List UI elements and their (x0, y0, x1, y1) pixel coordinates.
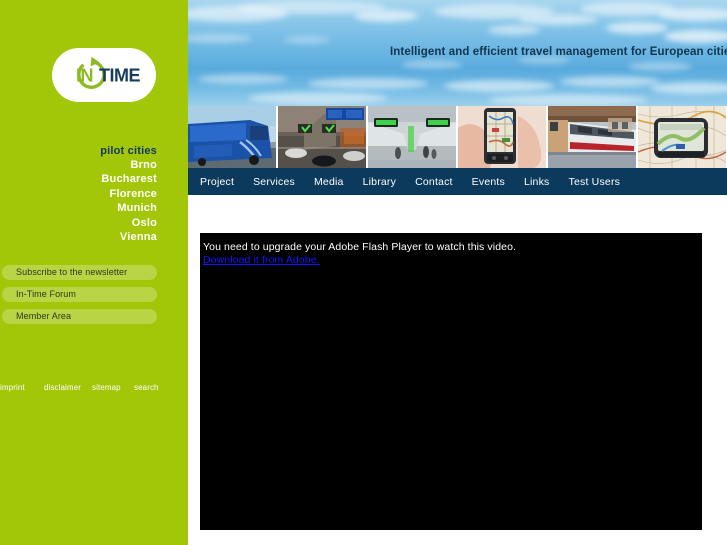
sidebar-item-vienna[interactable]: Vienna (0, 230, 157, 244)
sidebar-item-munich[interactable]: Munich (0, 201, 157, 215)
train-at-platform-photo (548, 106, 636, 168)
cloud-shape (402, 60, 462, 69)
pilot-cities-title: pilot cities (100, 145, 157, 157)
tunnel-traffic-signage-photo (278, 106, 366, 168)
header-photo-strip (188, 106, 727, 168)
pilot-cities-block: pilot cities Brno Bucharest Florence Mun… (0, 144, 157, 244)
cloud-shape (650, 82, 727, 94)
nav-item-project[interactable]: Project (200, 176, 234, 188)
nav-item-events[interactable]: Events (472, 176, 505, 188)
sidebar-item-oslo[interactable]: Oslo (0, 216, 157, 230)
cloud-shape (518, 14, 598, 25)
header-sky-banner: Intelligent and efficient travel managem… (188, 0, 727, 106)
satnav-on-roadmap-photo (638, 106, 726, 168)
cloud-shape (560, 76, 660, 87)
nav-item-links[interactable]: Links (524, 176, 550, 188)
header-tagline: Intelligent and efficient travel managem… (390, 46, 727, 58)
in-time-forum-button[interactable]: In-Time Forum (2, 287, 157, 302)
sidebar-item-bucharest[interactable]: Bucharest (0, 172, 157, 186)
station-concourse-photo (368, 106, 456, 168)
footer-link-imprint[interactable]: imprint (0, 383, 25, 392)
cloud-shape (628, 62, 692, 71)
nav-item-test-users[interactable]: Test Users (569, 176, 621, 188)
cloud-shape (444, 80, 554, 92)
sidebar: IN TIME pilot cities Brno Bucharest Flor… (0, 0, 184, 545)
member-area-button[interactable]: Member Area (2, 309, 157, 324)
cloud-shape (488, 25, 540, 35)
intime-logo[interactable]: IN TIME (52, 48, 156, 102)
flash-upgrade-message: You need to upgrade your Adobe Flash Pla… (203, 241, 517, 253)
cloud-shape (606, 22, 668, 34)
sidebar-buttons: Subscribe to the newsletter In-Time Foru… (2, 265, 157, 331)
cloud-shape (248, 92, 388, 104)
svg-text:IN: IN (76, 66, 93, 86)
main-navigation: Project Services Media Library Contact E… (188, 168, 727, 195)
nav-item-contact[interactable]: Contact (415, 176, 453, 188)
footer-link-search[interactable]: search (134, 383, 159, 392)
cloud-shape (354, 10, 418, 22)
cloud-shape (188, 34, 252, 43)
sidebar-item-florence[interactable]: Florence (0, 187, 157, 201)
download-flash-link[interactable]: Download it from Adobe. (203, 254, 320, 266)
nav-item-library[interactable]: Library (363, 176, 397, 188)
subscribe-newsletter-button[interactable]: Subscribe to the newsletter (2, 265, 157, 280)
cloud-shape (664, 30, 727, 43)
sidebar-footer-links: imprint disclaimer sitemap search (0, 383, 170, 395)
main-content: You need to upgrade your Adobe Flash Pla… (188, 195, 727, 545)
footer-link-disclaimer[interactable]: disclaimer (44, 383, 81, 392)
sidebar-item-brno[interactable]: Brno (0, 158, 157, 172)
page-root: IN TIME pilot cities Brno Bucharest Flor… (0, 0, 727, 545)
flash-video-placeholder[interactable]: You need to upgrade your Adobe Flash Pla… (200, 233, 702, 530)
nav-item-services[interactable]: Services (253, 176, 295, 188)
cloud-shape (308, 78, 428, 89)
cloud-shape (284, 36, 330, 44)
footer-link-sitemap[interactable]: sitemap (92, 383, 121, 392)
cloud-shape (198, 74, 288, 84)
logo-graphic: IN TIME (76, 56, 141, 89)
cloud-shape (658, 8, 727, 21)
cloud-shape (488, 94, 648, 106)
svg-text:TIME: TIME (99, 66, 140, 86)
handheld-gps-map-photo (458, 106, 546, 168)
blue-bus-photo (188, 106, 276, 168)
nav-item-media[interactable]: Media (314, 176, 344, 188)
